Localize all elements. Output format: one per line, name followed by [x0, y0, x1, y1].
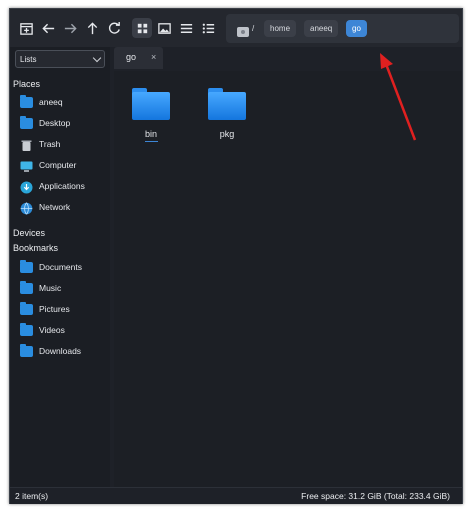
sidebar-item-videos[interactable]: Videos: [20, 322, 65, 338]
pictures-folder-icon: [20, 301, 33, 315]
reload-icon[interactable]: [104, 18, 124, 38]
network-icon: [20, 201, 33, 215]
selection-underline: [145, 141, 158, 142]
crumb-go[interactable]: go: [346, 20, 367, 37]
videos-folder-icon: [20, 322, 33, 336]
detailed-list-icon[interactable]: [198, 18, 218, 38]
sidebar-item-pictures[interactable]: Pictures: [20, 301, 70, 317]
sidebar-item-label: Pictures: [39, 304, 70, 314]
sidebar-item-computer[interactable]: Computer: [20, 157, 76, 173]
sidebar-item-label: Network: [39, 202, 71, 212]
computer-icon: [20, 160, 33, 172]
sidebar-item-documents[interactable]: Documents: [20, 259, 82, 275]
applications-icon: [20, 181, 33, 193]
sidebar-item-trash[interactable]: Trash: [20, 136, 60, 152]
up-arrow-icon[interactable]: [82, 18, 102, 38]
file-name-bin[interactable]: bin: [126, 129, 176, 139]
places-heading: Places: [13, 79, 41, 89]
tab-label: go: [126, 52, 137, 62]
file-view: bin pkg: [114, 71, 462, 487]
crumb-aneeq[interactable]: aneeq: [304, 20, 339, 37]
file-manager-window: / home aneeq go Lists Places aneeq Deskt…: [9, 8, 463, 504]
sidebar-item-label: Applications: [39, 181, 85, 191]
home-folder-icon: [20, 94, 33, 108]
sidebar: Lists Places aneeq Desktop Trash Compute…: [10, 47, 110, 487]
folder-icon[interactable]: [208, 87, 248, 129]
tab-go[interactable]: go ×: [114, 47, 163, 69]
sidebar-item-label: Trash: [39, 139, 61, 149]
chevron-down-icon: [92, 53, 102, 63]
bookmarks-heading: Bookmarks: [13, 243, 59, 253]
tab-bar: go ×: [114, 47, 462, 71]
devices-heading: Devices: [13, 228, 46, 238]
trash-icon: [20, 139, 33, 151]
sidebar-item-aneeq[interactable]: aneeq: [20, 94, 63, 110]
sidebar-item-music[interactable]: Music: [20, 280, 61, 296]
documents-folder-icon: [20, 259, 33, 273]
sidebar-item-label: Documents: [39, 262, 82, 272]
sidebar-mode-dropdown[interactable]: Lists: [15, 50, 105, 68]
free-space: Free space: 31.2 GiB (Total: 233.4 GiB): [301, 491, 450, 501]
forward-arrow-icon[interactable]: [60, 18, 80, 38]
sidebar-item-downloads[interactable]: Downloads: [20, 343, 81, 359]
sidebar-item-label: Computer: [39, 160, 77, 170]
root-crumb[interactable]: /: [228, 20, 256, 37]
sidebar-item-label: aneeq: [39, 97, 63, 107]
folder-icon: [20, 115, 33, 129]
sidebar-item-label: Desktop: [39, 118, 71, 128]
new-tab-icon[interactable]: [16, 18, 36, 38]
crumb-home[interactable]: home: [264, 20, 297, 37]
downloads-folder-icon: [20, 343, 33, 357]
music-folder-icon: [20, 280, 33, 294]
sidebar-item-label: Music: [39, 283, 62, 293]
close-icon[interactable]: ×: [151, 52, 156, 62]
item-count: 2 item(s): [15, 491, 49, 501]
status-bar: 2 item(s) Free space: 31.2 GiB (Total: 2…: [10, 487, 462, 504]
sidebar-item-network[interactable]: Network: [20, 199, 70, 215]
image-view-icon[interactable]: [154, 18, 174, 38]
folder-icon[interactable]: [132, 87, 172, 129]
drive-icon: [237, 27, 249, 37]
grid-view-icon[interactable]: [132, 18, 152, 38]
toolbar: / home aneeq go: [10, 9, 462, 47]
back-arrow-icon[interactable]: [38, 18, 58, 38]
list-view-icon[interactable]: [176, 18, 196, 38]
sidebar-item-label: Videos: [39, 325, 65, 335]
sidebar-item-desktop[interactable]: Desktop: [20, 115, 70, 131]
sidebar-mode-value: Lists: [20, 55, 37, 64]
file-name-pkg[interactable]: pkg: [202, 129, 252, 139]
path-bar: / home aneeq go: [226, 14, 459, 43]
sidebar-item-applications[interactable]: Applications: [20, 178, 85, 194]
sidebar-item-label: Downloads: [39, 346, 82, 356]
root-crumb-label: /: [252, 24, 255, 33]
